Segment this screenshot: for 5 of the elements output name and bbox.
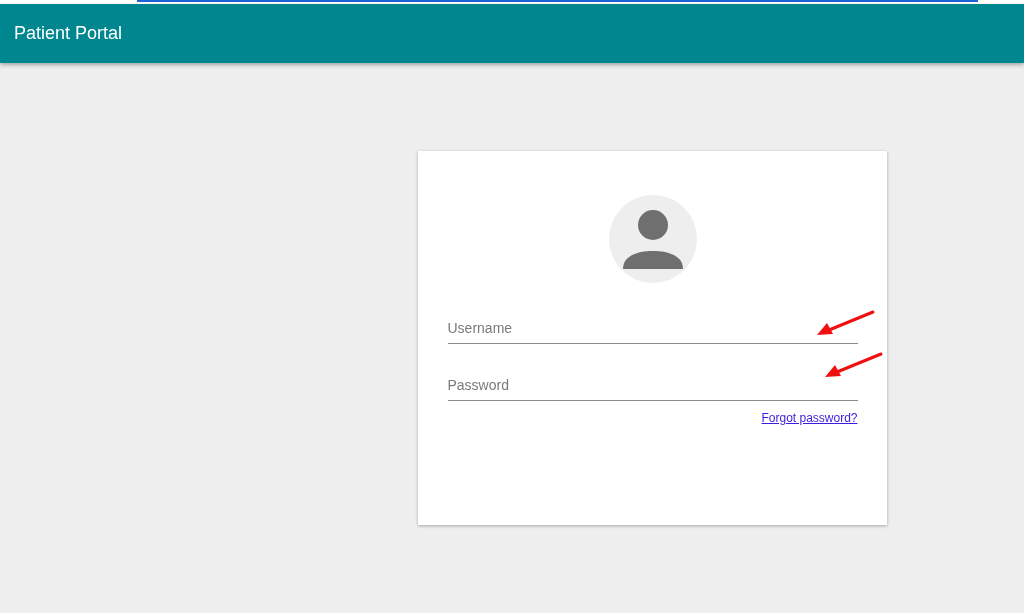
forgot-password-link[interactable]: Forgot password? [761,411,858,425]
user-avatar-icon [608,195,697,283]
arrow-annotation [825,352,883,377]
arrow-annotation [817,310,875,335]
app-title: Patient Portal [14,23,123,44]
